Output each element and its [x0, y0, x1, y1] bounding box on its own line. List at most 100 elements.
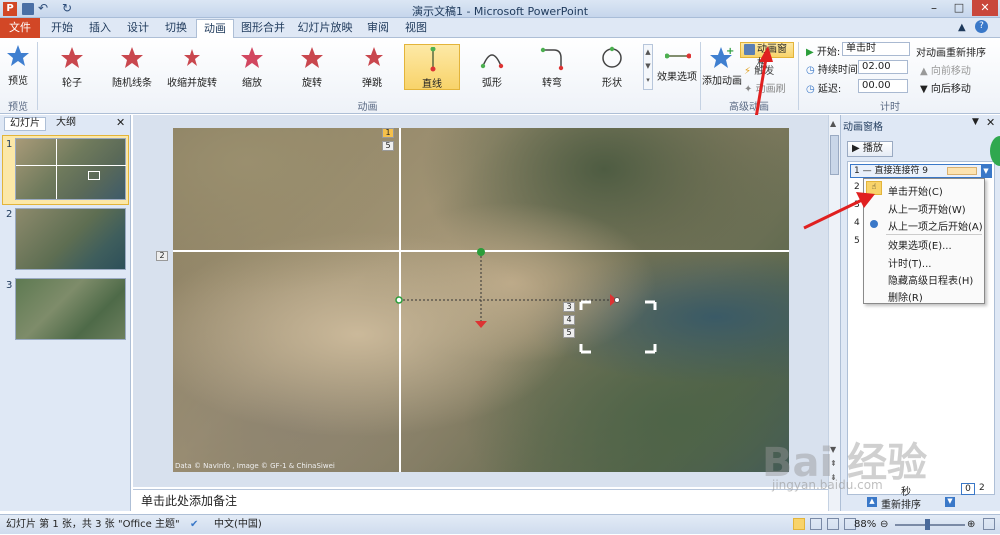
tab-outline[interactable]: 大纲	[48, 117, 84, 131]
zoom-slider[interactable]	[895, 524, 965, 526]
anim-tag[interactable]: 4	[563, 315, 575, 325]
tab-slides[interactable]: 幻灯片	[4, 117, 46, 131]
maximize-button[interactable]: □	[947, 1, 971, 16]
move-later-button[interactable]: ▼ 向后移动	[920, 80, 971, 95]
zoom-thumb[interactable]	[925, 519, 930, 530]
arc-path-icon	[480, 54, 504, 69]
tab-transitions[interactable]: 切换	[158, 19, 194, 38]
menu-start-with-previous[interactable]: 从上一项开始(W)	[888, 201, 966, 216]
close-pane-icon[interactable]: ✕	[116, 116, 125, 129]
slide-thumbnail-3[interactable]	[15, 278, 126, 340]
zoom-star-icon	[241, 47, 263, 68]
pane-menu-icon[interactable]: ▼	[972, 117, 979, 127]
clock-icon: ◷	[806, 65, 815, 76]
tab-design[interactable]: 设计	[120, 19, 156, 38]
close-animation-pane-icon[interactable]: ✕	[986, 116, 995, 129]
play-icon: ▶	[852, 143, 860, 154]
effect-shapes[interactable]: 形状	[584, 44, 640, 90]
tab-view[interactable]: 视图	[398, 19, 434, 38]
language[interactable]: 中文(中国)	[214, 515, 262, 535]
effect-zoom[interactable]: 缩放	[224, 44, 280, 90]
zoom-in-icon[interactable]: ⊕	[967, 515, 975, 535]
anim-tag[interactable]: 3	[563, 302, 575, 312]
effect-bounce[interactable]: 弹跳	[344, 44, 400, 90]
menu-remove[interactable]: 删除(R)	[888, 289, 923, 304]
title-bar: P ↶ ↻ 演示文稿1 - Microsoft PowerPoint – □ ✕	[0, 0, 1000, 18]
effect-random-bars[interactable]: 随机线条	[104, 44, 160, 90]
close-button[interactable]: ✕	[972, 0, 998, 16]
add-animation-button[interactable]: + 添加动画	[702, 42, 742, 92]
tab-review[interactable]: 审阅	[360, 19, 396, 38]
effect-spin[interactable]: 旋转	[284, 44, 340, 90]
ribbon: 预览 预览 轮子 随机线条 收缩并旋转 缩放 旋转 弹跳 直线 弧形 转弯 形状	[0, 38, 1000, 114]
spellcheck-icon[interactable]: ✔	[190, 515, 198, 535]
timeline-start[interactable]: 0	[961, 483, 975, 495]
slide-info: 幻灯片 第 1 张，共 3 张	[6, 519, 115, 530]
scroll-thumb[interactable]	[830, 135, 839, 175]
animation-group-label: 动画	[357, 102, 378, 113]
tab-animations[interactable]: 动画	[196, 19, 234, 38]
notes-area[interactable]: 单击此处添加备注	[133, 489, 828, 511]
menu-start-on-click[interactable]: 单击开始(C)	[888, 183, 943, 198]
slide-thumbnail-2[interactable]	[15, 208, 126, 270]
status-bar: 幻灯片 第 1 张，共 3 张 "Office 主题" ✔ 中文(中国) 88%…	[0, 514, 1000, 534]
tab-home[interactable]: 开始	[44, 19, 80, 38]
group-separator	[37, 42, 38, 110]
normal-view-icon[interactable]	[793, 518, 805, 530]
reorder-label: 重新排序	[881, 500, 921, 511]
window-title: 演示文稿1 - Microsoft PowerPoint	[411, 5, 589, 18]
tab-slideshow[interactable]: 幻灯片放映	[292, 19, 358, 38]
slide-thumbnail-1[interactable]	[15, 138, 126, 200]
preview-button[interactable]: 预览	[4, 42, 32, 92]
anim-tag[interactable]: 1	[382, 128, 394, 138]
baidu-watermark-url: jingyan.baidu.com	[772, 478, 883, 492]
effect-arc[interactable]: 弧形	[464, 44, 520, 90]
minimize-button[interactable]: –	[922, 1, 946, 16]
row-number: 5	[854, 236, 860, 246]
timing-group-label: 计时	[880, 102, 900, 113]
slide[interactable]: 1 5 2 3 4 5 Data © NavInfo , Image © GF-…	[156, 128, 789, 472]
help-icon[interactable]: ?	[975, 20, 988, 33]
effect-wheel[interactable]: 轮子	[44, 44, 100, 90]
tab-shape-merge[interactable]: 图形合并	[238, 19, 288, 38]
slide-sorter-icon[interactable]	[810, 518, 822, 530]
start-label: ▶ 开始:	[806, 47, 841, 58]
duration-label: ◷ 持续时间:	[806, 65, 862, 76]
tab-insert[interactable]: 插入	[82, 19, 118, 38]
animation-pane-title: 动画窗格	[843, 122, 883, 133]
tab-file[interactable]: 文件	[0, 18, 40, 38]
scroll-up-icon[interactable]: ▲	[830, 119, 836, 128]
reorder-up-icon[interactable]: ▲	[867, 497, 877, 507]
thumb-line	[56, 139, 57, 199]
menu-start-after-previous[interactable]: 从上一项之后开始(A)	[888, 218, 983, 233]
reading-view-icon[interactable]	[827, 518, 839, 530]
zoom-level[interactable]: 88%	[854, 515, 876, 535]
effect-line[interactable]: 直线	[404, 44, 460, 90]
bounce-star-icon	[365, 47, 383, 66]
animation-item-1[interactable]: 1 — 直接连接符 9 ▼	[850, 164, 992, 178]
effect-shrink-turn[interactable]: 收缩并旋转	[164, 44, 220, 90]
zoom-out-icon[interactable]: ⊖	[880, 515, 888, 535]
annotation-arrow-right	[803, 192, 875, 230]
delay-input[interactable]: 00.00	[858, 79, 908, 93]
anim-tag[interactable]: 5	[563, 328, 575, 338]
minimize-ribbon-icon[interactable]: ▲	[958, 22, 966, 33]
gallery-scroll[interactable]: ▲ ▼ ▾	[643, 44, 653, 90]
reorder-down-icon[interactable]: ▼	[945, 497, 955, 507]
menu-hide-advanced-timeline[interactable]: 隐藏高级日程表(H)	[888, 272, 973, 287]
start-select[interactable]: 单击时	[842, 42, 910, 56]
move-earlier-button[interactable]: ▲ 向前移动	[920, 62, 971, 77]
effect-options-button[interactable]: 效果选项	[657, 44, 697, 90]
effect-turns[interactable]: 转弯	[524, 44, 580, 90]
fit-slide-icon[interactable]	[983, 518, 995, 530]
ribbon-tabs: 文件 开始 插入 设计 切换 动画 图形合并 幻灯片放映 审阅 视图 ▲ ?	[0, 18, 1000, 38]
menu-timing[interactable]: 计时(T)...	[888, 255, 931, 270]
duration-input[interactable]: 02.00	[858, 60, 908, 74]
map-attribution: Data © NavInfo , Image © GF-1 & ChinaSiw…	[175, 462, 335, 470]
anim-tag[interactable]: 2	[156, 251, 168, 261]
motion-path-overlay	[395, 248, 657, 354]
menu-effect-options[interactable]: 效果选项(E)...	[888, 237, 952, 252]
item-dropdown-icon[interactable]: ▼	[981, 165, 991, 177]
anim-tag[interactable]: 5	[382, 141, 394, 151]
play-button[interactable]: ▶ 播放	[847, 141, 893, 157]
